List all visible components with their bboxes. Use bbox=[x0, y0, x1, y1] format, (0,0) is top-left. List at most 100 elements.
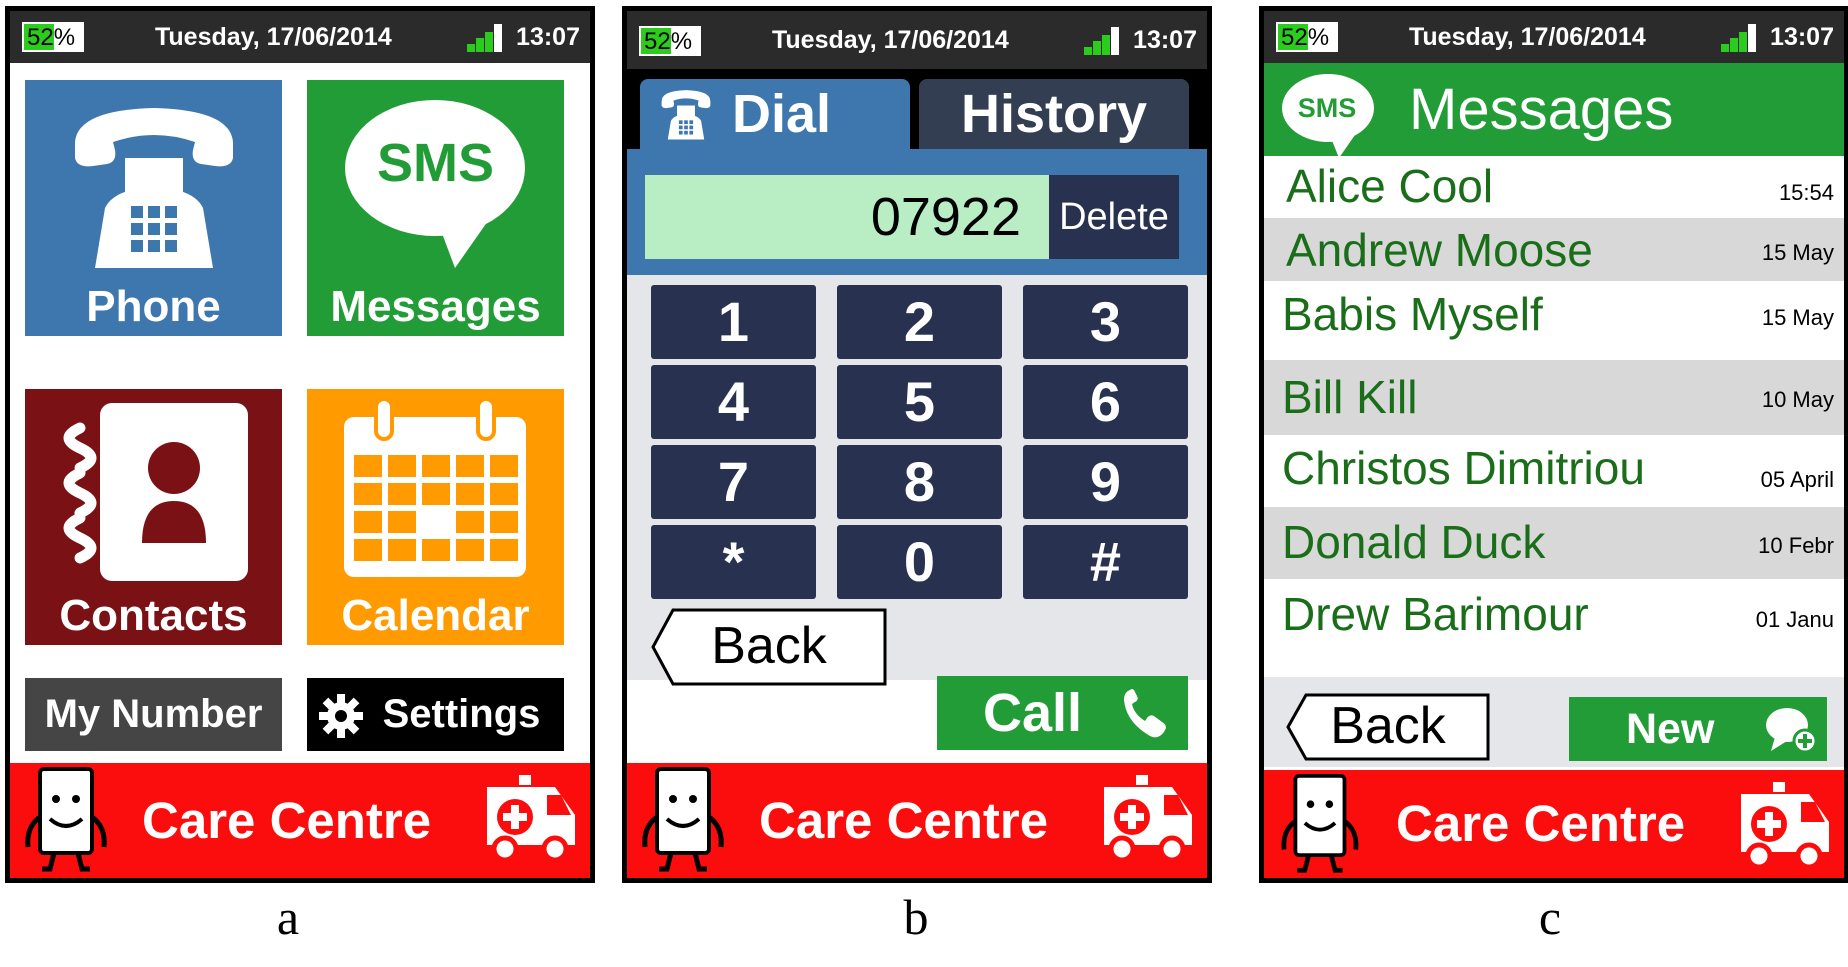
care-centre-button[interactable]: Care Centre bbox=[627, 763, 1207, 878]
conversation-row[interactable]: Babis Myself 15 May bbox=[1264, 281, 1844, 360]
status-bar: 52% Tuesday, 17/06/2014 13:07 bbox=[10, 11, 590, 63]
conversation-row[interactable]: Donald Duck 10 Febr bbox=[1264, 507, 1844, 579]
signal-icon bbox=[1084, 27, 1120, 55]
conversation-row[interactable]: Alice Cool 15:54 bbox=[1264, 156, 1844, 218]
handset-icon bbox=[1124, 689, 1166, 738]
key-5[interactable]: 5 bbox=[837, 365, 1002, 439]
back-label: Back bbox=[1330, 697, 1446, 755]
phone-tile[interactable]: Phone bbox=[25, 80, 282, 336]
key-3[interactable]: 3 bbox=[1023, 285, 1188, 359]
status-time: 13:07 bbox=[516, 23, 580, 51]
key-7[interactable]: 7 bbox=[651, 445, 816, 519]
conversation-row[interactable]: Bill Kill 10 May bbox=[1264, 360, 1844, 435]
sms-icon-text: SMS bbox=[1297, 93, 1357, 123]
sms-icon-text: SMS bbox=[376, 133, 495, 193]
conversation-row[interactable]: Andrew Moose 15 May bbox=[1264, 218, 1844, 281]
tab-dial[interactable]: Dial bbox=[640, 79, 910, 149]
status-date: Tuesday, 17/06/2014 bbox=[772, 26, 1009, 54]
conversation-name: Babis Myself bbox=[1282, 288, 1543, 340]
conversation-name: Christos Dimitriou bbox=[1282, 442, 1645, 494]
back-button[interactable]: Back bbox=[651, 608, 887, 686]
caption-b: b bbox=[903, 889, 929, 945]
address-book-icon bbox=[63, 403, 248, 581]
key-hash[interactable]: # bbox=[1023, 525, 1188, 599]
status-bar: 52% Tuesday, 17/06/2014 13:07 bbox=[627, 11, 1207, 69]
robot-phone-icon bbox=[1281, 774, 1359, 873]
caption-c: c bbox=[1538, 889, 1562, 945]
contacts-tile[interactable]: Contacts bbox=[25, 389, 282, 645]
conversation-name: Andrew Moose bbox=[1286, 224, 1593, 276]
key-star[interactable]: * bbox=[651, 525, 816, 599]
key-1[interactable]: 1 bbox=[651, 285, 816, 359]
care-centre-button[interactable]: Care Centre bbox=[1264, 770, 1844, 878]
messages-tile[interactable]: SMS Messages bbox=[307, 80, 564, 336]
conversation-date: 10 May bbox=[1761, 387, 1834, 412]
page-title: Messages bbox=[1409, 77, 1674, 142]
status-bar: 52% Tuesday, 17/06/2014 13:07 bbox=[1264, 11, 1844, 63]
battery-indicator: 52% bbox=[22, 22, 84, 52]
status-date: Tuesday, 17/06/2014 bbox=[155, 23, 392, 51]
dial-display: 07922 Delete bbox=[627, 149, 1207, 275]
messages-tile-label: Messages bbox=[330, 282, 541, 331]
conversation-date: 10 Febr bbox=[1758, 533, 1834, 558]
battery-indicator: 52% bbox=[639, 26, 701, 56]
ambulance-icon bbox=[1104, 775, 1192, 863]
conversation-name: Drew Barimour bbox=[1282, 588, 1589, 640]
key-6[interactable]: 6 bbox=[1023, 365, 1188, 439]
calendar-icon bbox=[344, 399, 526, 577]
battery-percent: 52% bbox=[27, 24, 76, 51]
messages-footer: Back New bbox=[1264, 677, 1844, 767]
status-date: Tuesday, 17/06/2014 bbox=[1409, 23, 1646, 51]
my-number-button[interactable]: My Number bbox=[25, 678, 282, 751]
settings-button[interactable]: Settings bbox=[307, 678, 564, 751]
key-4[interactable]: 4 bbox=[651, 365, 816, 439]
delete-button[interactable]: Delete bbox=[1049, 175, 1179, 259]
back-button[interactable]: Back bbox=[1286, 693, 1490, 761]
call-label: Call bbox=[983, 683, 1083, 743]
calendar-tile[interactable]: Calendar bbox=[307, 389, 564, 645]
call-button[interactable]: Call bbox=[937, 676, 1188, 750]
conversation-name: Donald Duck bbox=[1282, 516, 1546, 568]
key-0[interactable]: 0 bbox=[837, 525, 1002, 599]
telephone-icon bbox=[74, 108, 234, 268]
battery-percent: 52% bbox=[1281, 24, 1330, 51]
battery-indicator: 52% bbox=[1276, 22, 1338, 52]
conversation-date: 01 Janu bbox=[1755, 607, 1834, 632]
new-message-button[interactable]: New bbox=[1569, 697, 1827, 761]
tab-history[interactable]: History bbox=[919, 79, 1189, 149]
conversation-name: Alice Cool bbox=[1286, 160, 1494, 212]
conversation-date: 15 May bbox=[1761, 240, 1834, 265]
conversation-row[interactable]: Drew Barimour 01 Janu bbox=[1264, 579, 1844, 677]
keypad: 1 2 3 4 5 6 7 8 9 * 0 # Back bbox=[627, 275, 1207, 686]
care-centre-button[interactable]: Care Centre bbox=[10, 763, 590, 878]
status-time: 13:07 bbox=[1770, 23, 1834, 51]
phone-screen-dialer: 52% Tuesday, 17/06/2014 13:07 Dial Histo… bbox=[622, 6, 1212, 883]
key-2[interactable]: 2 bbox=[837, 285, 1002, 359]
phone-screen-messages: 52% Tuesday, 17/06/2014 13:07 SMS Messag… bbox=[1259, 6, 1848, 883]
robot-phone-icon bbox=[642, 767, 724, 872]
dialed-number-field[interactable]: 07922 bbox=[645, 175, 1049, 259]
signal-icon bbox=[467, 24, 503, 52]
tab-bar: Dial History bbox=[627, 69, 1207, 149]
conversation-date: 05 April bbox=[1760, 467, 1834, 492]
my-number-label: My Number bbox=[44, 692, 263, 736]
back-label: Back bbox=[711, 617, 827, 675]
caption-a: a bbox=[276, 889, 300, 945]
conversation-row[interactable]: Christos Dimitriou 05 April bbox=[1264, 435, 1844, 507]
ambulance-icon bbox=[487, 775, 575, 863]
tab-history-label: History bbox=[960, 84, 1148, 144]
conversation-name: Bill Kill bbox=[1282, 371, 1418, 423]
calendar-tile-label: Calendar bbox=[341, 591, 530, 640]
phone-screen-home: 52% Tuesday, 17/06/2014 13:07 Phone SMS … bbox=[5, 6, 595, 883]
tab-dial-label: Dial bbox=[732, 84, 832, 144]
care-centre-label: Care Centre bbox=[1396, 795, 1686, 852]
new-label: New bbox=[1626, 705, 1715, 753]
phone-tile-label: Phone bbox=[86, 282, 221, 331]
key-8[interactable]: 8 bbox=[837, 445, 1002, 519]
care-centre-label: Care Centre bbox=[142, 792, 432, 849]
robot-phone-icon bbox=[25, 767, 107, 872]
conversation-date: 15:54 bbox=[1778, 180, 1834, 205]
signal-icon bbox=[1721, 24, 1757, 52]
ambulance-icon bbox=[1741, 782, 1829, 870]
key-9[interactable]: 9 bbox=[1023, 445, 1188, 519]
